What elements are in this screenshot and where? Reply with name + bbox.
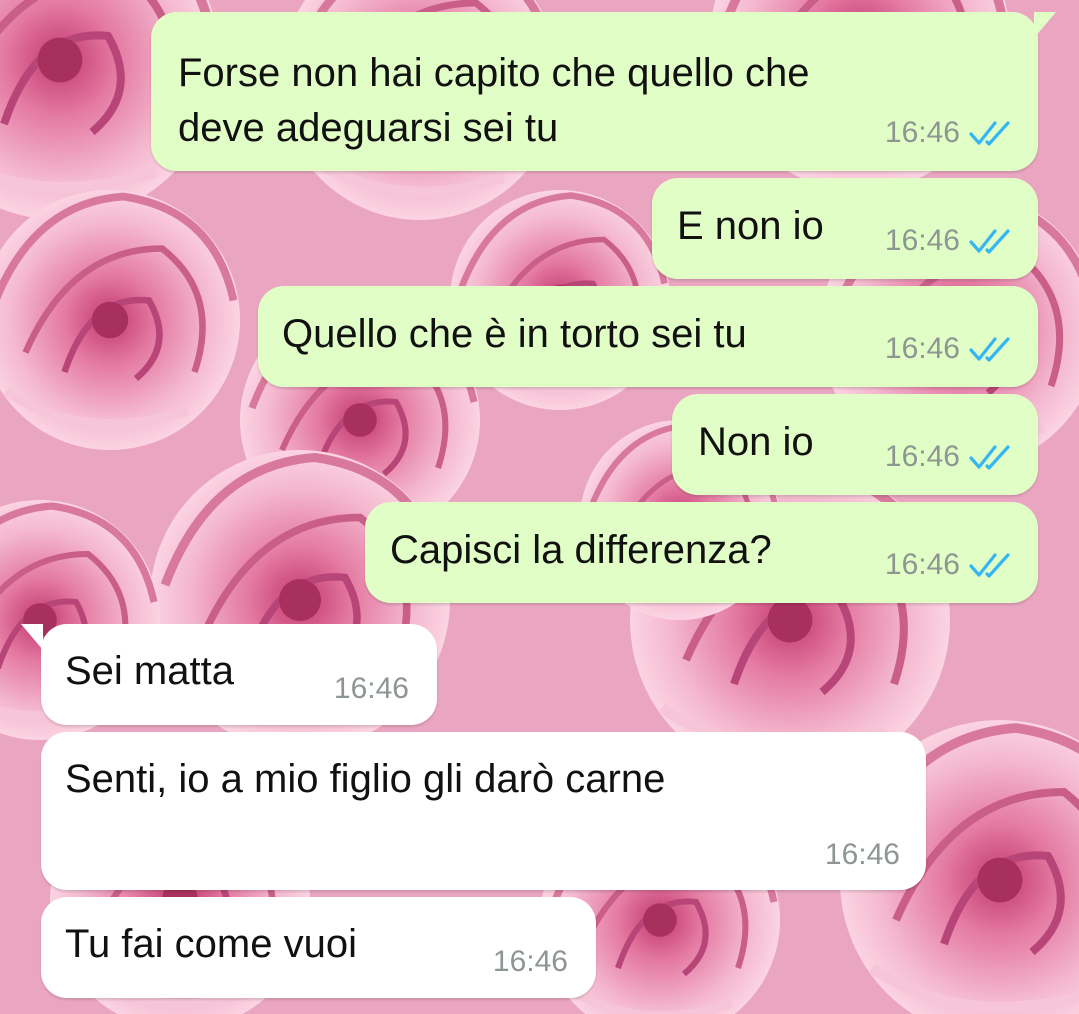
bubble-tail [21,624,43,650]
timestamp: 16:46 [884,224,960,257]
timestamp: 16:46 [884,116,960,149]
message-text: Sei matta [65,649,234,693]
message-meta: 16:46 [885,116,1014,150]
message-text-line: Forse non hai capito che quello che [178,51,810,95]
message-bubble-outgoing[interactable]: Forse non hai capito che quello che deve… [151,12,1056,171]
message-meta: 16:46 [493,945,568,979]
timestamp: 16:46 [884,332,960,365]
message-meta: 16:46 [334,672,409,706]
message-meta: 16:46 [885,440,1014,474]
message-meta: 16:46 [885,332,1014,366]
double-check-icon [969,121,1010,146]
message-bubble-outgoing[interactable]: Capisci la differenza? 16:46 [365,502,1038,603]
message-bubble-incoming[interactable]: Sei matta 16:46 [21,624,437,725]
message-text: Non io [698,420,814,464]
timestamp: 16:46 [333,672,409,705]
message-bubble-outgoing[interactable]: Quello che è in torto sei tu 16:46 [258,286,1038,387]
message-text: Senti, io a mio figlio gli darò carne [65,757,666,801]
double-check-icon [969,445,1010,470]
timestamp: 16:46 [884,440,960,473]
timestamp: 16:46 [824,838,900,871]
double-check-icon [969,337,1010,362]
message-text: Capisci la differenza? [390,528,772,572]
message-bubble-outgoing[interactable]: Non io 16:46 [672,394,1038,495]
timestamp: 16:46 [884,548,960,581]
message-bubble-incoming[interactable]: Tu fai come vuoi 16:46 [41,897,596,998]
message-text: Quello che è in torto sei tu [282,312,747,356]
double-check-icon [969,229,1010,254]
chat-area: Forse non hai capito che quello che deve… [0,0,1079,1014]
message-bubble-incoming[interactable]: Senti, io a mio figlio gli darò carne 16… [41,732,926,890]
timestamp: 16:46 [492,945,568,978]
message-bubble-outgoing[interactable]: E non io 16:46 [652,178,1038,279]
message-meta: 16:46 [825,838,900,872]
message-text-line: deve adeguarsi sei tu [178,106,559,150]
double-check-icon [969,553,1010,578]
message-meta: 16:46 [885,548,1014,582]
message-text: Tu fai come vuoi [65,922,357,966]
message-meta: 16:46 [885,224,1014,258]
bubble-tail [1034,12,1056,38]
message-text: E non io [677,204,824,248]
